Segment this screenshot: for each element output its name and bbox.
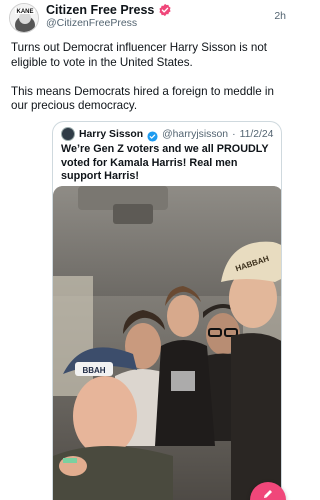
post-timestamp: 2h	[274, 10, 286, 22]
avatar-logo-text: KANE	[16, 9, 33, 15]
post-text: Turns out Democrat influencer Harry Siss…	[11, 41, 287, 129]
quoted-author-name: Harry Sisson	[79, 128, 144, 140]
author-row: Citizen Free Press	[46, 3, 172, 17]
author-avatar[interactable]: KANE	[9, 3, 39, 33]
quoted-post-text: We’re Gen Z voters and we all PROUDLY vo…	[61, 143, 269, 183]
author-handle[interactable]: @CitizenFreePress	[46, 17, 137, 29]
quoted-post-date: 11/2/24	[239, 128, 274, 140]
compose-icon	[264, 490, 272, 498]
photo-cap-text-left: BBAH	[82, 366, 105, 375]
quoted-author-handle: @harryjsisson	[162, 128, 229, 140]
author-display-name[interactable]: Citizen Free Press	[46, 3, 154, 17]
quoted-author-avatar	[61, 127, 75, 141]
post-text-paragraph-1: Turns out Democrat influencer Harry Siss…	[11, 41, 268, 69]
quoted-post-header: Harry Sisson @harryjsisson · 11/2/24	[61, 127, 274, 142]
post[interactable]: KANE Citizen Free Press @CitizenFreePres…	[0, 0, 298, 500]
quoted-separator: ·	[232, 128, 236, 140]
quoted-verified-badge-icon	[147, 129, 158, 142]
verified-badge-icon	[158, 3, 172, 17]
quoted-post-photo[interactable]: HABBAH BBAH	[53, 186, 281, 500]
post-text-paragraph-2: This means Democrats hired a foreign to …	[11, 84, 274, 113]
quoted-post-card[interactable]: Harry Sisson @harryjsisson · 11/2/24 We’…	[52, 121, 282, 500]
